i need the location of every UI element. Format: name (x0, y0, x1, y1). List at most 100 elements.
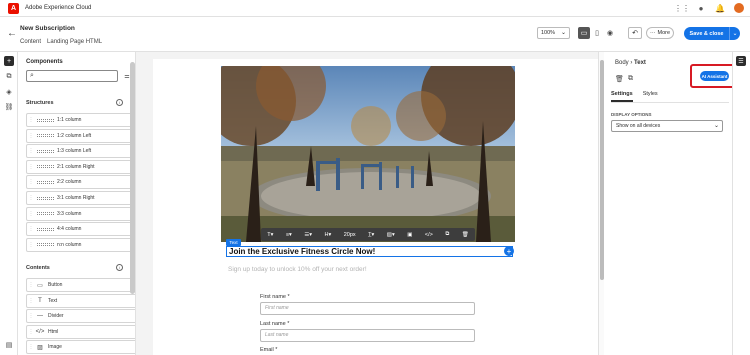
search-input[interactable]: ⌕ (26, 70, 118, 82)
hero-image[interactable] (221, 66, 515, 242)
text-icon: T (38, 297, 42, 304)
undo-button[interactable]: ↶ (628, 27, 642, 39)
drag-handle-icon[interactable]: ⋮ (27, 148, 35, 154)
add-components-icon[interactable]: + (4, 56, 14, 66)
structure-item[interactable]: ⋮ 3:3 column (26, 206, 135, 221)
mobile-view-icon[interactable]: ▯ (591, 27, 603, 39)
save-close-button[interactable]: Save & close (684, 27, 729, 40)
drag-handle-icon[interactable]: ⋮ (27, 282, 35, 288)
text-style-icon[interactable]: T̲▾ (368, 232, 374, 238)
tab-settings[interactable]: Settings (611, 91, 633, 102)
structure-label: 2:1 column Right (57, 163, 95, 170)
content-item[interactable]: ⋮ T Text (26, 293, 135, 308)
content-item[interactable]: ⋮ — Divider (26, 309, 135, 324)
drag-handle-icon[interactable]: ⋮ (27, 329, 35, 335)
last-name-field[interactable]: Last name (260, 329, 475, 342)
drag-handle-icon[interactable]: ⋮ (27, 344, 35, 350)
code-icon[interactable]: </> (425, 232, 433, 238)
panel-toggle-icon[interactable]: ▤ (4, 340, 14, 350)
drag-handle-icon[interactable]: ⋮ (27, 313, 35, 319)
structure-item[interactable]: ⋮ n:n column (26, 237, 135, 252)
drag-handle-icon[interactable]: ⋮ (27, 195, 35, 201)
structure-preview-icon (37, 227, 54, 231)
content-label: Text (48, 297, 58, 304)
drag-handle-icon[interactable]: ⋮ (27, 179, 35, 185)
chevron-down-icon: ⌄ (713, 123, 719, 129)
list-icon[interactable]: ☰▾ (304, 232, 312, 238)
help-icon[interactable]: ● (696, 3, 706, 13)
breadcrumb-body[interactable]: Body (615, 60, 629, 66)
breadcrumb-text: Text (634, 60, 646, 66)
structure-item[interactable]: ⋮ 3:1 column Right (26, 191, 135, 205)
fragments-icon[interactable]: ⧉ (4, 72, 14, 82)
personalize-icon[interactable]: ▣ (407, 232, 412, 238)
structure-item[interactable]: ⋮ 4:4 column (26, 222, 135, 237)
font-size-select[interactable]: 20px (344, 232, 356, 238)
structure-preview-icon (37, 134, 54, 138)
left-rail (0, 52, 18, 355)
breadcrumb-content[interactable]: Content (20, 39, 41, 45)
content-item[interactable]: ⋮ ▭ Button (26, 278, 135, 292)
structure-item[interactable]: ⋮ 1:1 column (26, 113, 135, 127)
structure-item[interactable]: ⋮ 1:2 column Left (26, 128, 135, 143)
content-item[interactable]: ⋮ ▨ Image (26, 340, 135, 355)
structure-item[interactable]: ⋮ 2:2 column (26, 175, 135, 190)
tab-styles[interactable]: Styles (643, 91, 658, 102)
drag-handle-icon[interactable]: ⋮ (27, 133, 35, 139)
avatar[interactable] (734, 3, 744, 13)
breadcrumb-landing-page[interactable]: Landing Page HTML (47, 39, 102, 45)
structure-label: 3:3 column (57, 210, 82, 217)
display-options-label: DISPLAY OPTIONS (611, 112, 652, 117)
button-icon: ▭ (37, 282, 43, 289)
delete-icon[interactable]: 🗑 (615, 75, 624, 83)
structure-label: 3:1 column Right (57, 195, 95, 201)
ai-assistant-button[interactable]: AI Assistant (700, 71, 729, 81)
structure-label: 1:1 column (57, 117, 82, 123)
components-scrollbar[interactable] (130, 62, 135, 294)
structure-item[interactable]: ⋮ 2:1 column Right (26, 159, 135, 174)
display-options-select[interactable]: Show on all devices ⌄ (611, 120, 723, 132)
info-icon[interactable]: i (116, 99, 123, 106)
drag-handle-icon[interactable]: ⋮ (27, 164, 35, 170)
more-label: More (657, 30, 671, 36)
apps-grid-icon[interactable]: ⋮⋮ (674, 3, 690, 13)
image-insert-icon[interactable]: ▨▾ (387, 232, 395, 238)
image-icon: ▨ (37, 344, 43, 351)
adobe-logo-icon[interactable]: A (8, 2, 19, 14)
first-name-field[interactable]: First name (260, 302, 475, 315)
duplicate-icon[interactable]: ⧉ (628, 75, 633, 83)
content-item[interactable]: ⋮ </> Html (26, 324, 135, 339)
drag-handle-icon[interactable]: ⋮ (27, 226, 35, 232)
notifications-icon[interactable]: 🔔 (715, 3, 725, 13)
zoom-select[interactable]: 100% ⌄ (537, 27, 570, 39)
drag-handle-icon[interactable]: ⋮ (27, 242, 35, 248)
more-button[interactable]: ··· More (646, 27, 674, 39)
drag-handle-icon[interactable]: ⋮ (27, 117, 35, 123)
text-type-icon[interactable]: T▾ (267, 232, 273, 238)
duplicate-icon[interactable]: ⧉ (445, 231, 449, 238)
content-label: Divider (48, 313, 64, 320)
align-icon[interactable]: ≡▾ (286, 232, 292, 238)
add-block-plus-icon[interactable]: + (504, 246, 514, 256)
structure-label: n:n column (57, 241, 82, 248)
app-title: Adobe Experience Cloud (25, 5, 92, 11)
desktop-view-icon[interactable]: ▭ (578, 27, 590, 39)
content-label: Image (48, 344, 62, 351)
layers-icon[interactable]: ◈ (4, 87, 14, 97)
display-value: Show on all devices (616, 123, 661, 129)
structure-item[interactable]: ⋮ 1:3 column Left (26, 144, 135, 159)
subheading-text[interactable]: Sign up today to unlock 10% off your nex… (228, 266, 367, 273)
preview-eye-icon[interactable]: ◉ (604, 27, 616, 39)
link-icon[interactable]: ⛓ (4, 102, 14, 112)
delete-icon[interactable]: 🗑 (462, 232, 469, 238)
structure-preview-icon (37, 165, 54, 169)
back-arrow-icon[interactable]: ← (7, 28, 17, 39)
drag-handle-icon[interactable]: ⋮ (27, 298, 35, 304)
info-icon[interactable]: i (116, 264, 123, 271)
properties-icon[interactable]: ☰ (736, 56, 746, 66)
structure-preview-icon (37, 180, 54, 184)
selected-heading-text[interactable]: Join the Exclusive Fitness Circle Now! (226, 246, 513, 257)
email-label: Email * (260, 347, 278, 353)
heading-icon[interactable]: H▾ (325, 232, 332, 238)
drag-handle-icon[interactable]: ⋮ (27, 211, 35, 217)
